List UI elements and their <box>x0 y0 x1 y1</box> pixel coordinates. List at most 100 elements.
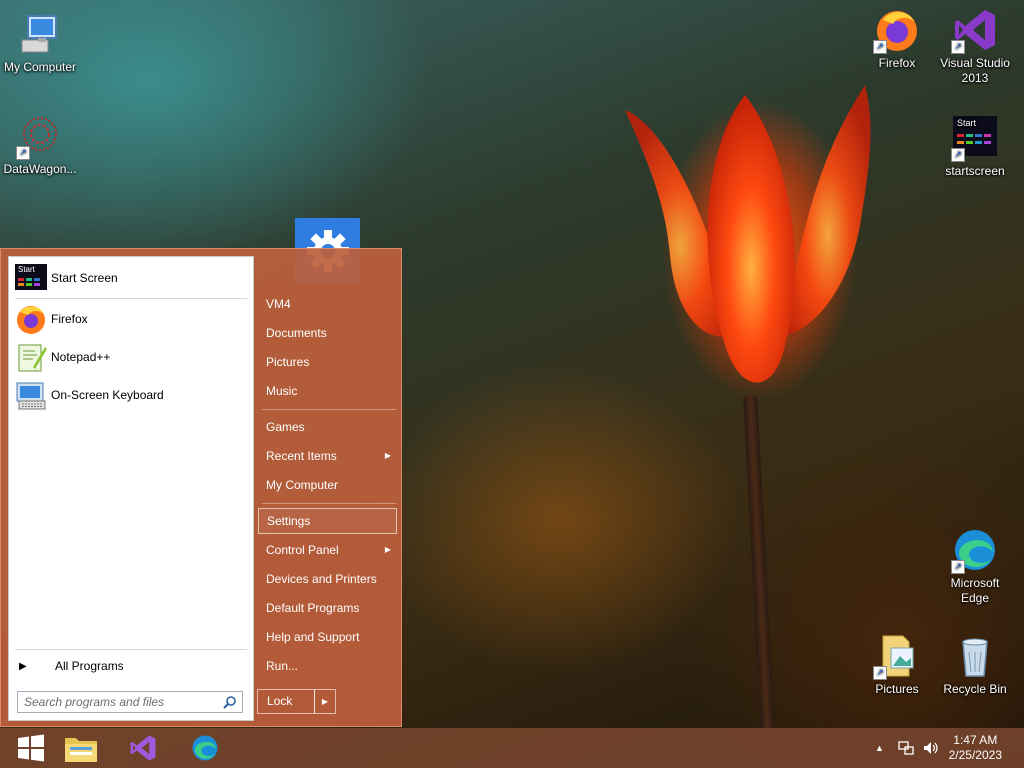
taskbar: ▲ 1:47 AM 2/25/2023 <box>0 728 1024 768</box>
shortcut-arrow-icon: ↗ <box>16 146 30 160</box>
keyboard-icon <box>15 379 47 411</box>
menu-item-label: Music <box>266 384 298 398</box>
shortcut-arrow-icon: ↗ <box>951 40 965 54</box>
search-placeholder: Search programs and files <box>24 695 165 709</box>
shutdown-options-arrow[interactable]: ▶ <box>314 689 336 714</box>
all-programs-button[interactable]: ▶ All Programs <box>15 655 247 677</box>
lock-label: Lock <box>267 694 293 708</box>
show-hidden-icons-button[interactable]: ▲ <box>875 743 884 753</box>
search-input[interactable]: Search programs and files <box>17 691 243 713</box>
desktop-icon-label: DataWagon... <box>3 162 77 176</box>
wallpaper-tulip <box>625 85 871 383</box>
volume-icon[interactable] <box>922 740 940 759</box>
desktop-icon-label: My Computer <box>3 60 77 74</box>
menu-item-music[interactable]: Music <box>258 378 397 404</box>
search-icon <box>223 696 236 709</box>
programs-pane: Start Start Screen Firefox Notepad++ On-… <box>8 256 254 721</box>
firefox-icon <box>15 303 47 335</box>
program-label: Firefox <box>51 312 88 326</box>
lock-button[interactable]: Lock <box>257 689 315 714</box>
menu-item-documents[interactable]: Documents <box>258 320 397 346</box>
menu-item-control-panel[interactable]: Control Panel ▶ <box>258 537 397 563</box>
notepad-plus-plus-icon <box>15 341 47 373</box>
windows-logo-icon <box>18 734 44 762</box>
taskbar-file-explorer[interactable] <box>50 728 112 768</box>
edge-icon <box>192 735 218 761</box>
program-notepad-plus-plus[interactable]: Notepad++ <box>15 341 247 373</box>
menu-item-label: VM4 <box>266 297 291 311</box>
startscreen-icon: Start ↗ <box>951 114 999 162</box>
program-label: On-Screen Keyboard <box>51 388 164 402</box>
menu-item-help-support[interactable]: Help and Support <box>258 624 397 650</box>
menu-item-label: Control Panel <box>266 543 339 557</box>
desktop-icon-label: Firefox <box>878 56 916 70</box>
wallpaper-stem <box>743 394 775 736</box>
pictures-folder-icon: ↗ <box>873 632 921 680</box>
menu-item-label: My Computer <box>266 478 339 492</box>
menu-item-vm4[interactable]: VM4 <box>258 291 397 317</box>
menu-item-label: Documents <box>266 326 327 340</box>
file-explorer-icon <box>65 738 97 762</box>
desktop-icon-label: Recycle Bin <box>943 682 1007 696</box>
clock[interactable]: 1:47 AM 2/25/2023 <box>949 733 1002 763</box>
datawagon-icon: ↗ <box>16 112 64 160</box>
recycle-bin-icon <box>951 632 999 680</box>
menu-item-settings[interactable]: Settings <box>258 508 397 534</box>
taskbar-visual-studio[interactable] <box>112 728 174 768</box>
program-label: Start Screen <box>51 271 118 285</box>
divider <box>15 649 247 650</box>
program-label: Notepad++ <box>51 350 111 364</box>
desktop-icon-label: startscreen <box>945 164 1005 178</box>
menu-item-label: Run... <box>266 659 299 673</box>
desktop-icon-my-computer[interactable]: My Computer <box>0 10 80 75</box>
shortcut-arrow-icon: ↗ <box>951 148 965 162</box>
menu-item-label: Settings <box>267 514 311 528</box>
startscreen-icon-text: Start <box>957 118 977 128</box>
taskbar-edge[interactable] <box>174 728 236 768</box>
visual-studio-icon: ↗ <box>951 6 999 54</box>
menu-item-devices-printers[interactable]: Devices and Printers <box>258 566 397 592</box>
menu-item-pictures[interactable]: Pictures <box>258 349 397 375</box>
shortcut-arrow-icon: ↗ <box>951 560 965 574</box>
divider <box>262 503 396 504</box>
submenu-arrow-icon: ▶ <box>384 545 391 554</box>
desktop-icon-label: Visual Studio 2013 <box>940 56 1010 85</box>
desktop-icon-firefox[interactable]: ↗ Firefox <box>857 6 937 71</box>
program-firefox[interactable]: Firefox <box>15 303 247 335</box>
desktop-icon-datawagon[interactable]: ↗ DataWagon... <box>0 112 80 177</box>
triangle-right-icon: ▶ <box>19 660 27 672</box>
visual-studio-icon <box>130 735 156 761</box>
submenu-arrow-icon: ▶ <box>384 451 391 460</box>
edge-icon: ↗ <box>951 526 999 574</box>
menu-item-run[interactable]: Run... <box>258 653 397 679</box>
menu-item-label: Help and Support <box>266 630 360 644</box>
divider <box>15 298 247 299</box>
menu-item-my-computer[interactable]: My Computer <box>258 472 397 498</box>
menu-item-games[interactable]: Games <box>258 414 397 440</box>
desktop-icon-visual-studio[interactable]: ↗ Visual Studio 2013 <box>935 6 1015 86</box>
triangle-right-icon: ▶ <box>321 697 329 706</box>
computer-icon <box>16 10 64 58</box>
menu-item-label: Recent Items <box>266 449 337 463</box>
firefox-icon: ↗ <box>873 6 921 54</box>
desktop-icon-microsoft-edge[interactable]: ↗ Microsoft Edge <box>935 526 1015 606</box>
desktop-icon-startscreen[interactable]: Start ↗ startscreen <box>935 114 1015 179</box>
desktop-icon-pictures[interactable]: ↗ Pictures <box>857 632 937 697</box>
desktop-icon-label: Pictures <box>875 682 919 696</box>
program-start-screen[interactable]: Start Start Screen <box>15 262 247 294</box>
clock-date: 2/25/2023 <box>948 748 1002 762</box>
menu-item-label: Pictures <box>266 355 310 369</box>
menu-item-label: Devices and Printers <box>266 572 377 586</box>
shortcut-arrow-icon: ↗ <box>873 666 887 680</box>
menu-item-label: Default Programs <box>266 601 360 615</box>
network-icon[interactable] <box>898 740 914 759</box>
desktop-icon-label: Microsoft Edge <box>950 576 1000 605</box>
menu-item-default-programs[interactable]: Default Programs <box>258 595 397 621</box>
startscreen-icon: Start <box>15 262 47 294</box>
menu-item-recent-items[interactable]: Recent Items ▶ <box>258 443 397 469</box>
program-on-screen-keyboard[interactable]: On-Screen Keyboard <box>15 379 247 411</box>
startscreen-icon-text: Start <box>18 265 36 274</box>
all-programs-label: All Programs <box>55 659 124 673</box>
desktop-icon-recycle-bin[interactable]: Recycle Bin <box>935 632 1015 697</box>
menu-item-label: Games <box>266 420 305 434</box>
